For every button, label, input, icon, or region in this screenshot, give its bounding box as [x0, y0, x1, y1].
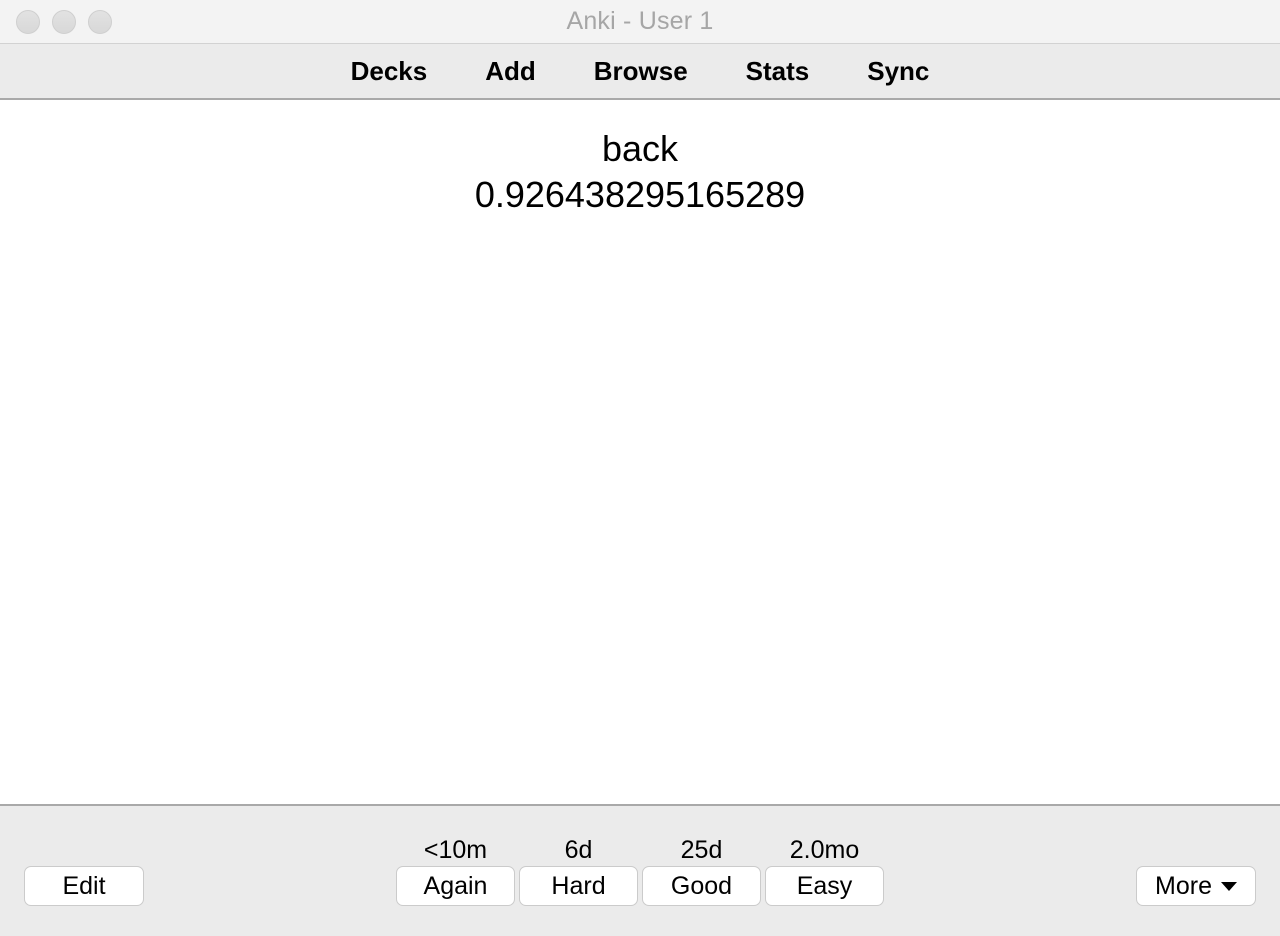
- card-line-front: back: [601, 128, 679, 169]
- interval-label-good: 25d: [680, 836, 723, 864]
- zoom-window-icon[interactable]: [88, 9, 112, 34]
- more-button[interactable]: More: [1136, 866, 1256, 906]
- answer-column-easy: 2.0mo Easy: [765, 834, 884, 906]
- answer-column-hard: 6d Hard: [519, 834, 638, 906]
- card-content: back 0.926438295165289: [0, 100, 1280, 217]
- traffic-light-controls: [16, 0, 112, 43]
- answer-column-good: 25d Good: [642, 834, 761, 906]
- window-title: Anki - User 1: [566, 7, 714, 35]
- minimize-window-icon[interactable]: [52, 9, 76, 34]
- answer-buttons-group: <10m Again 6d Hard 25d Good 2.0mo Easy: [396, 834, 884, 906]
- nav-item-sync[interactable]: Sync: [867, 56, 929, 87]
- nav-item-stats[interactable]: Stats: [746, 56, 810, 87]
- card-line-answer: 0.926438295165289: [474, 173, 806, 215]
- interval-label-easy: 2.0mo: [789, 836, 860, 864]
- chevron-down-icon: [1220, 881, 1237, 891]
- interval-label-again: <10m: [423, 836, 488, 864]
- edit-button[interactable]: Edit: [24, 866, 144, 906]
- nav-item-decks[interactable]: Decks: [351, 56, 428, 87]
- more-button-label: More: [1155, 871, 1212, 900]
- answer-column-again: <10m Again: [396, 834, 515, 906]
- good-button[interactable]: Good: [642, 866, 761, 906]
- again-button[interactable]: Again: [396, 866, 515, 906]
- anki-main-window: Anki - User 1 Decks Add Browse Stats Syn…: [0, 0, 1280, 936]
- card-review-area: back 0.926438295165289: [0, 100, 1280, 804]
- main-navigation-bar: Decks Add Browse Stats Sync: [0, 44, 1280, 100]
- interval-label-hard: 6d: [564, 836, 593, 864]
- nav-item-add[interactable]: Add: [485, 56, 536, 87]
- window-titlebar: Anki - User 1: [0, 0, 1280, 44]
- hard-button[interactable]: Hard: [519, 866, 638, 906]
- nav-item-browse[interactable]: Browse: [594, 56, 688, 87]
- easy-button[interactable]: Easy: [765, 866, 884, 906]
- answer-bottom-bar: Edit <10m Again 6d Hard 25d Good 2.0mo E…: [0, 804, 1280, 936]
- close-window-icon[interactable]: [16, 9, 40, 34]
